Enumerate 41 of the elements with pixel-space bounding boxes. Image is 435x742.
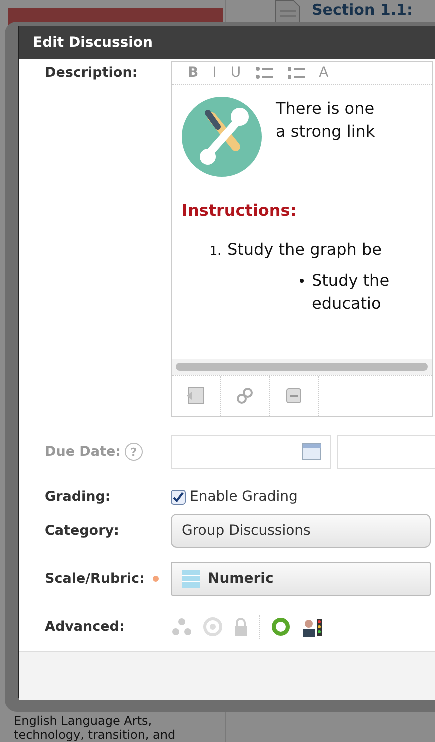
ring-icon[interactable]	[271, 617, 291, 637]
field-label: Category:	[44, 523, 120, 539]
bullet-text: Study the	[312, 270, 390, 292]
checkmark-icon	[173, 492, 184, 502]
list-icon	[182, 570, 200, 588]
category-select[interactable]: Group Discussions	[171, 514, 431, 548]
background-text: technology, transition, and	[14, 728, 177, 742]
radio-icon[interactable]	[203, 617, 223, 637]
bullet-text: educatio	[312, 293, 382, 315]
editor-text: There is one	[276, 98, 376, 120]
field-label: Description:	[44, 64, 139, 81]
scale-select[interactable]: Numeric	[171, 562, 431, 596]
bullet-dot	[300, 279, 304, 283]
background-text: English Language Arts,	[14, 714, 154, 728]
format-button[interactable]: B	[188, 65, 199, 81]
instructions-heading: Instructions:	[182, 201, 298, 220]
field-label: Due Date:	[45, 444, 121, 460]
lock-icon[interactable]	[233, 617, 249, 637]
bullet-list-icon[interactable]	[255, 66, 274, 80]
teacher-icon[interactable]	[301, 616, 323, 638]
tools-icon	[182, 97, 262, 177]
list-number: 1.	[210, 244, 222, 258]
numbered-list-icon[interactable]	[287, 66, 306, 80]
dialog-title: Edit Discussion	[33, 34, 154, 50]
format-button[interactable]: U	[230, 65, 242, 81]
editor-text: a strong link	[276, 121, 376, 143]
checkbox[interactable]	[171, 490, 186, 504]
calendar-icon[interactable]	[302, 443, 322, 461]
field-label: Advanced:	[44, 619, 126, 635]
enable-grading-checkbox[interactable]: Enable Grading	[171, 489, 298, 505]
list-item-text: Study the graph be	[227, 239, 382, 261]
link-icon[interactable]	[236, 387, 254, 405]
field-label: Scale/Rubric:	[45, 571, 145, 587]
section-title: Section 1.1:	[312, 1, 413, 19]
format-button[interactable]: I	[212, 65, 217, 81]
format-button[interactable]: A	[319, 65, 329, 81]
scrollbar-thumb[interactable]	[176, 363, 428, 371]
rich-text-editor[interactable]: B I U A There is one a strong link Instructions: 1. Study the graph be Study the educatio	[171, 61, 433, 417]
field-label: Grading:	[44, 489, 112, 505]
dots-icon[interactable]	[171, 617, 193, 637]
image-icon[interactable]	[186, 387, 206, 405]
